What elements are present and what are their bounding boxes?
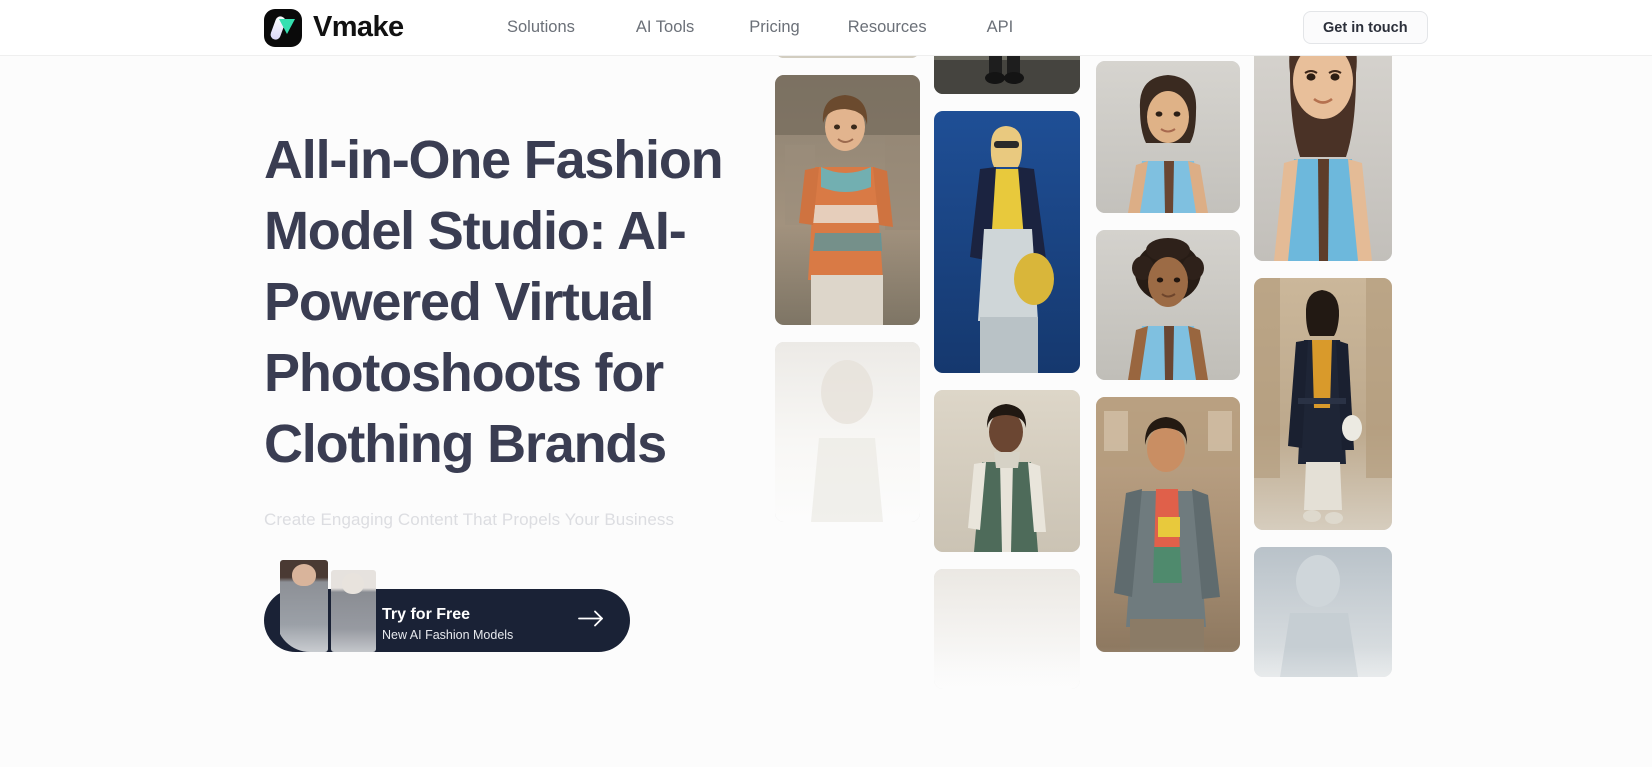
gallery-card-model-blue-tank-portrait[interactable] [1096,61,1240,213]
try-button-text: Try for Free New AI Fashion Models [382,605,513,643]
nav-item-pricing[interactable]: Pricing [749,18,799,37]
brand-logo[interactable]: Vmake [264,8,404,47]
nav-item-ai-tools[interactable]: AI Tools [636,18,694,37]
gallery-card-model-man-orange-tee-street[interactable] [775,75,920,325]
try-for-free-button[interactable]: Try for Free New AI Fashion Models [264,560,630,652]
site-header: Vmake Solutions AI Tools Pricing Resourc… [0,0,1652,56]
try-button-subtitle: New AI Fashion Models [382,628,514,642]
nav-item-api[interactable]: API [987,18,1014,37]
page-title: All-in-One Fashion Model Studio: AI-Powe… [264,130,724,474]
brand-name: Vmake [313,11,404,43]
vmake-logo-icon [264,8,302,47]
gallery-card-model-varsity-jacket[interactable] [934,390,1080,552]
gallery-card-model-bottom-blur[interactable] [1254,547,1392,677]
gallery-card-model-curly-hair-blue-tank[interactable] [1096,230,1240,380]
gallery-card-model-bottom-fade[interactable] [934,569,1080,689]
hero-gallery [775,0,1415,767]
hero-subheadline: Create Engaging Content That Propels You… [264,510,675,529]
gallery-card-model-grey-jacket-street[interactable] [1096,397,1240,652]
gallery-card-model-faded-portrait[interactable] [775,342,920,522]
arrow-right-icon [578,609,604,632]
gallery-column-4 [1254,0,1392,694]
hero-copy: All-in-One Fashion Model Studio: AI-Powe… [264,125,784,530]
nav-item-solutions[interactable]: Solutions [507,18,575,37]
gallery-card-model-yellow-top-blue-wall[interactable] [934,111,1080,373]
main-nav: Solutions AI Tools Pricing Resources API [507,18,1013,37]
get-in-touch-button[interactable]: Get in touch [1303,11,1428,44]
nav-item-resources[interactable]: Resources [848,18,927,37]
gallery-card-model-navy-long-coat[interactable] [1254,278,1392,530]
gallery-column-3 [1096,0,1240,669]
landing-page: Vmake Solutions AI Tools Pricing Resourc… [0,0,1652,767]
gallery-column-2 [934,0,1080,706]
try-button-title: Try for Free [382,606,471,623]
fashion-models-thumbnail [276,556,382,652]
gallery-column-1 [775,0,920,539]
